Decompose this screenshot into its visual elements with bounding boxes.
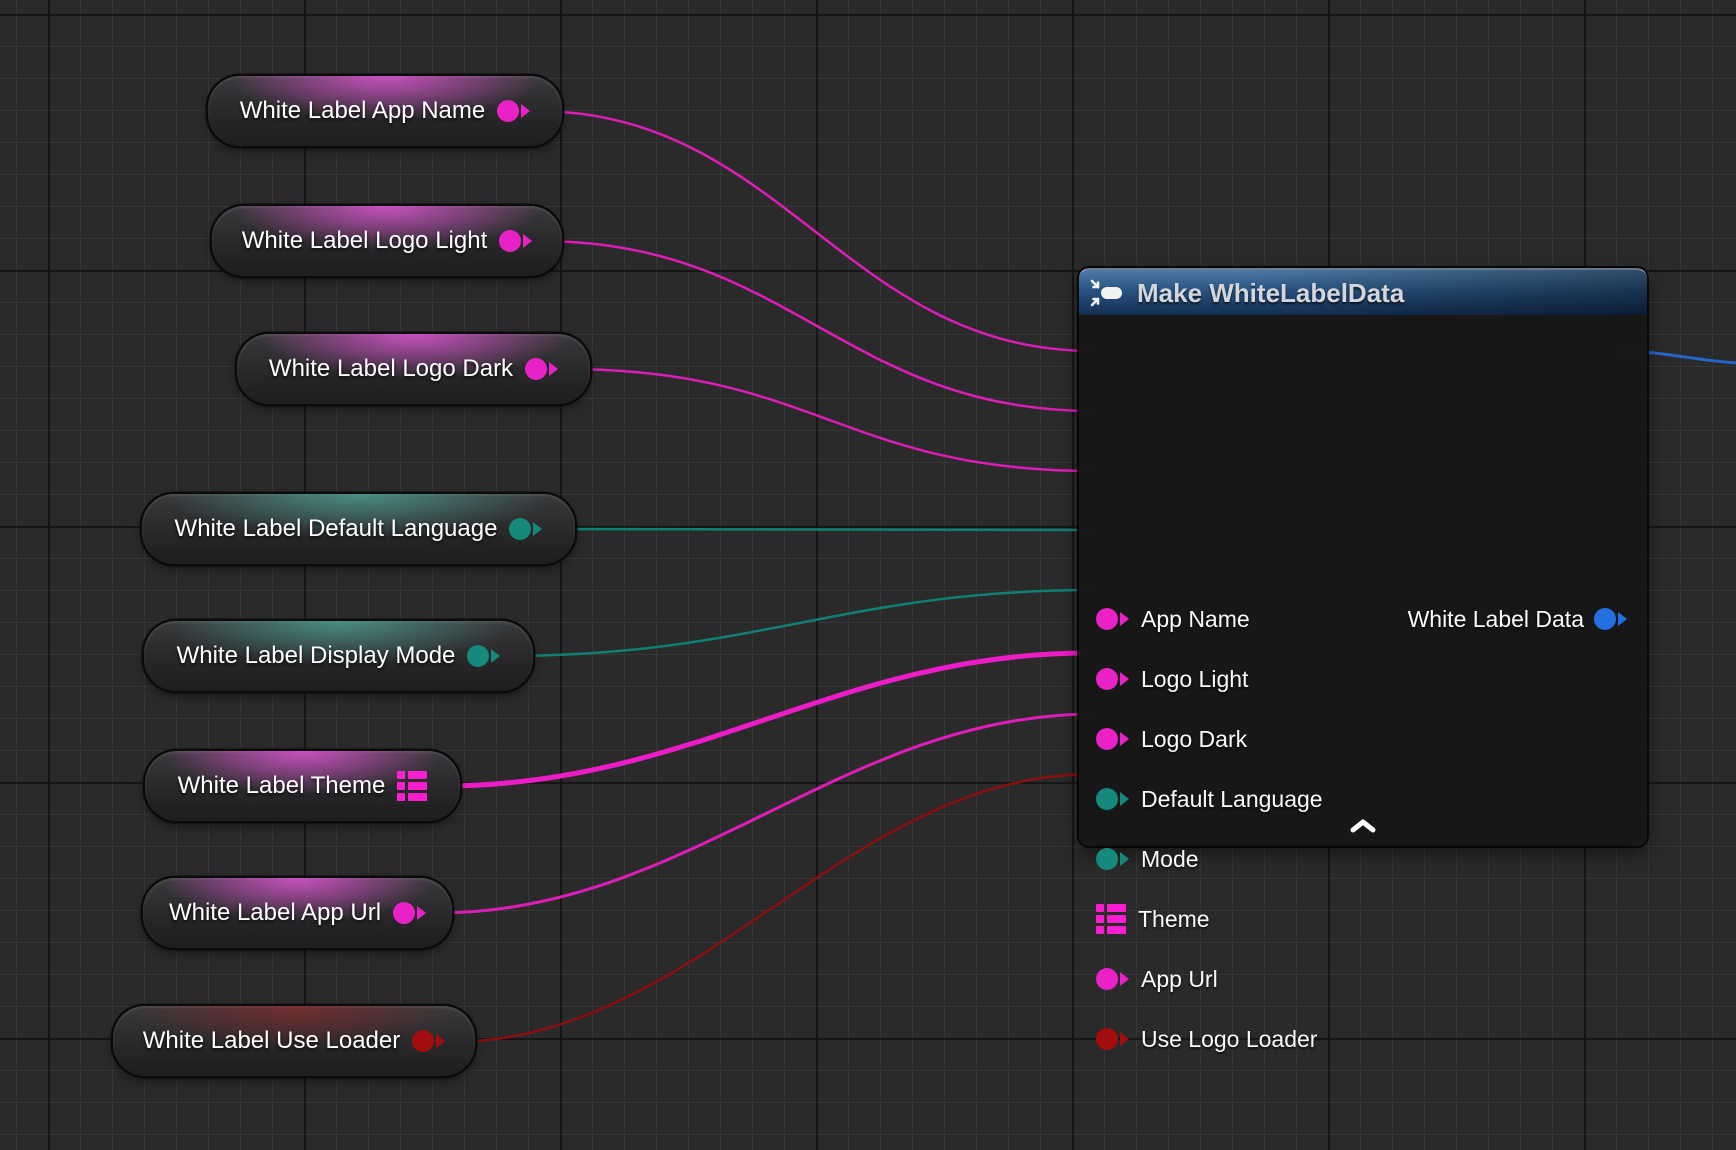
graph-canvas[interactable]: White Label App Name White Label Logo Li… xyxy=(0,0,1736,1150)
output-row-white-label-data: White Label Data xyxy=(1408,589,1627,649)
input-pin-label: Default Language xyxy=(1141,788,1323,811)
wire-display-mode[interactable] xyxy=(505,590,1094,656)
bool-pin-icon[interactable] xyxy=(412,1030,445,1052)
wire-use-loader[interactable] xyxy=(450,774,1094,1042)
input-row-logo-dark: Logo Dark xyxy=(1096,709,1247,769)
make-whitelabeldata-node[interactable]: Make WhiteLabelData App Name Logo Light … xyxy=(1079,268,1647,846)
output-pin-label: White Label Data xyxy=(1408,608,1584,631)
string-pin-icon[interactable] xyxy=(1096,608,1129,630)
variable-node-label: White Label Logo Light xyxy=(242,229,488,253)
variable-node-label: White Label Theme xyxy=(178,774,386,798)
variable-node-label: White Label Use Loader xyxy=(143,1029,400,1053)
enum-pin-icon[interactable] xyxy=(467,645,500,667)
input-pin-label: Use Logo Loader xyxy=(1141,1028,1317,1051)
variable-node-label: White Label Logo Dark xyxy=(269,357,513,381)
enum-pin-icon[interactable] xyxy=(1096,788,1129,810)
string-pin-icon[interactable] xyxy=(1096,728,1129,750)
struct-pin-icon[interactable] xyxy=(397,771,427,801)
variable-node-white-label-use-loader[interactable]: White Label Use Loader xyxy=(113,1006,475,1076)
variable-node-label: White Label Display Mode xyxy=(177,644,456,668)
bool-pin-icon[interactable] xyxy=(1096,1028,1129,1050)
string-pin-icon[interactable] xyxy=(1096,968,1129,990)
string-pin-icon[interactable] xyxy=(393,902,426,924)
string-pin-icon[interactable] xyxy=(525,358,558,380)
variable-node-label: White Label App Name xyxy=(240,99,485,123)
struct-pin-icon[interactable] xyxy=(1096,904,1126,934)
variable-node-white-label-theme[interactable]: White Label Theme xyxy=(145,751,460,821)
chevron-up-icon xyxy=(1348,818,1378,834)
wire-default-language[interactable] xyxy=(553,529,1094,530)
make-node-title: Make WhiteLabelData xyxy=(1137,280,1404,306)
input-row-theme: Theme xyxy=(1096,889,1210,949)
variable-node-label: White Label App Url xyxy=(169,901,381,925)
string-pin-icon[interactable] xyxy=(1096,668,1129,690)
input-row-app-name: App Name xyxy=(1096,589,1250,649)
input-pin-label: Mode xyxy=(1141,848,1199,871)
collapse-pins-button[interactable] xyxy=(1333,818,1393,834)
variable-node-white-label-logo-dark[interactable]: White Label Logo Dark xyxy=(237,334,590,404)
input-pin-label: App Url xyxy=(1141,968,1218,991)
wire-theme[interactable] xyxy=(443,653,1088,786)
enum-pin-icon[interactable] xyxy=(509,518,542,540)
input-pin-label: Logo Dark xyxy=(1141,728,1247,751)
variable-node-label: White Label Default Language xyxy=(175,517,498,541)
variable-node-white-label-default-language[interactable]: White Label Default Language xyxy=(142,494,575,564)
input-row-mode: Mode xyxy=(1096,829,1199,889)
input-pin-label: Theme xyxy=(1138,908,1210,931)
make-struct-icon xyxy=(1089,278,1127,308)
variable-node-white-label-logo-light[interactable]: White Label Logo Light xyxy=(212,206,562,276)
input-pin-label: Logo Light xyxy=(1141,668,1248,691)
input-pin-label: App Name xyxy=(1141,608,1250,631)
input-row-use-logo-loader: Use Logo Loader xyxy=(1096,1009,1317,1069)
variable-node-white-label-app-name[interactable]: White Label App Name xyxy=(208,76,562,146)
input-row-app-url: App Url xyxy=(1096,949,1218,1009)
wire-logo-dark[interactable] xyxy=(565,369,1094,471)
wire-app-name[interactable] xyxy=(535,111,1094,351)
variable-node-white-label-display-mode[interactable]: White Label Display Mode xyxy=(144,621,533,691)
string-pin-icon[interactable] xyxy=(497,100,530,122)
make-node-header[interactable]: Make WhiteLabelData xyxy=(1079,268,1647,315)
string-pin-icon[interactable] xyxy=(499,230,532,252)
enum-pin-icon[interactable] xyxy=(1096,848,1129,870)
input-row-default-language: Default Language xyxy=(1096,769,1323,829)
output-pin-icon[interactable] xyxy=(1594,608,1627,630)
wire-app-url[interactable] xyxy=(438,714,1094,913)
wire-logo-light[interactable] xyxy=(540,241,1094,411)
variable-node-white-label-app-url[interactable]: White Label App Url xyxy=(143,878,452,948)
input-row-logo-light: Logo Light xyxy=(1096,649,1248,709)
